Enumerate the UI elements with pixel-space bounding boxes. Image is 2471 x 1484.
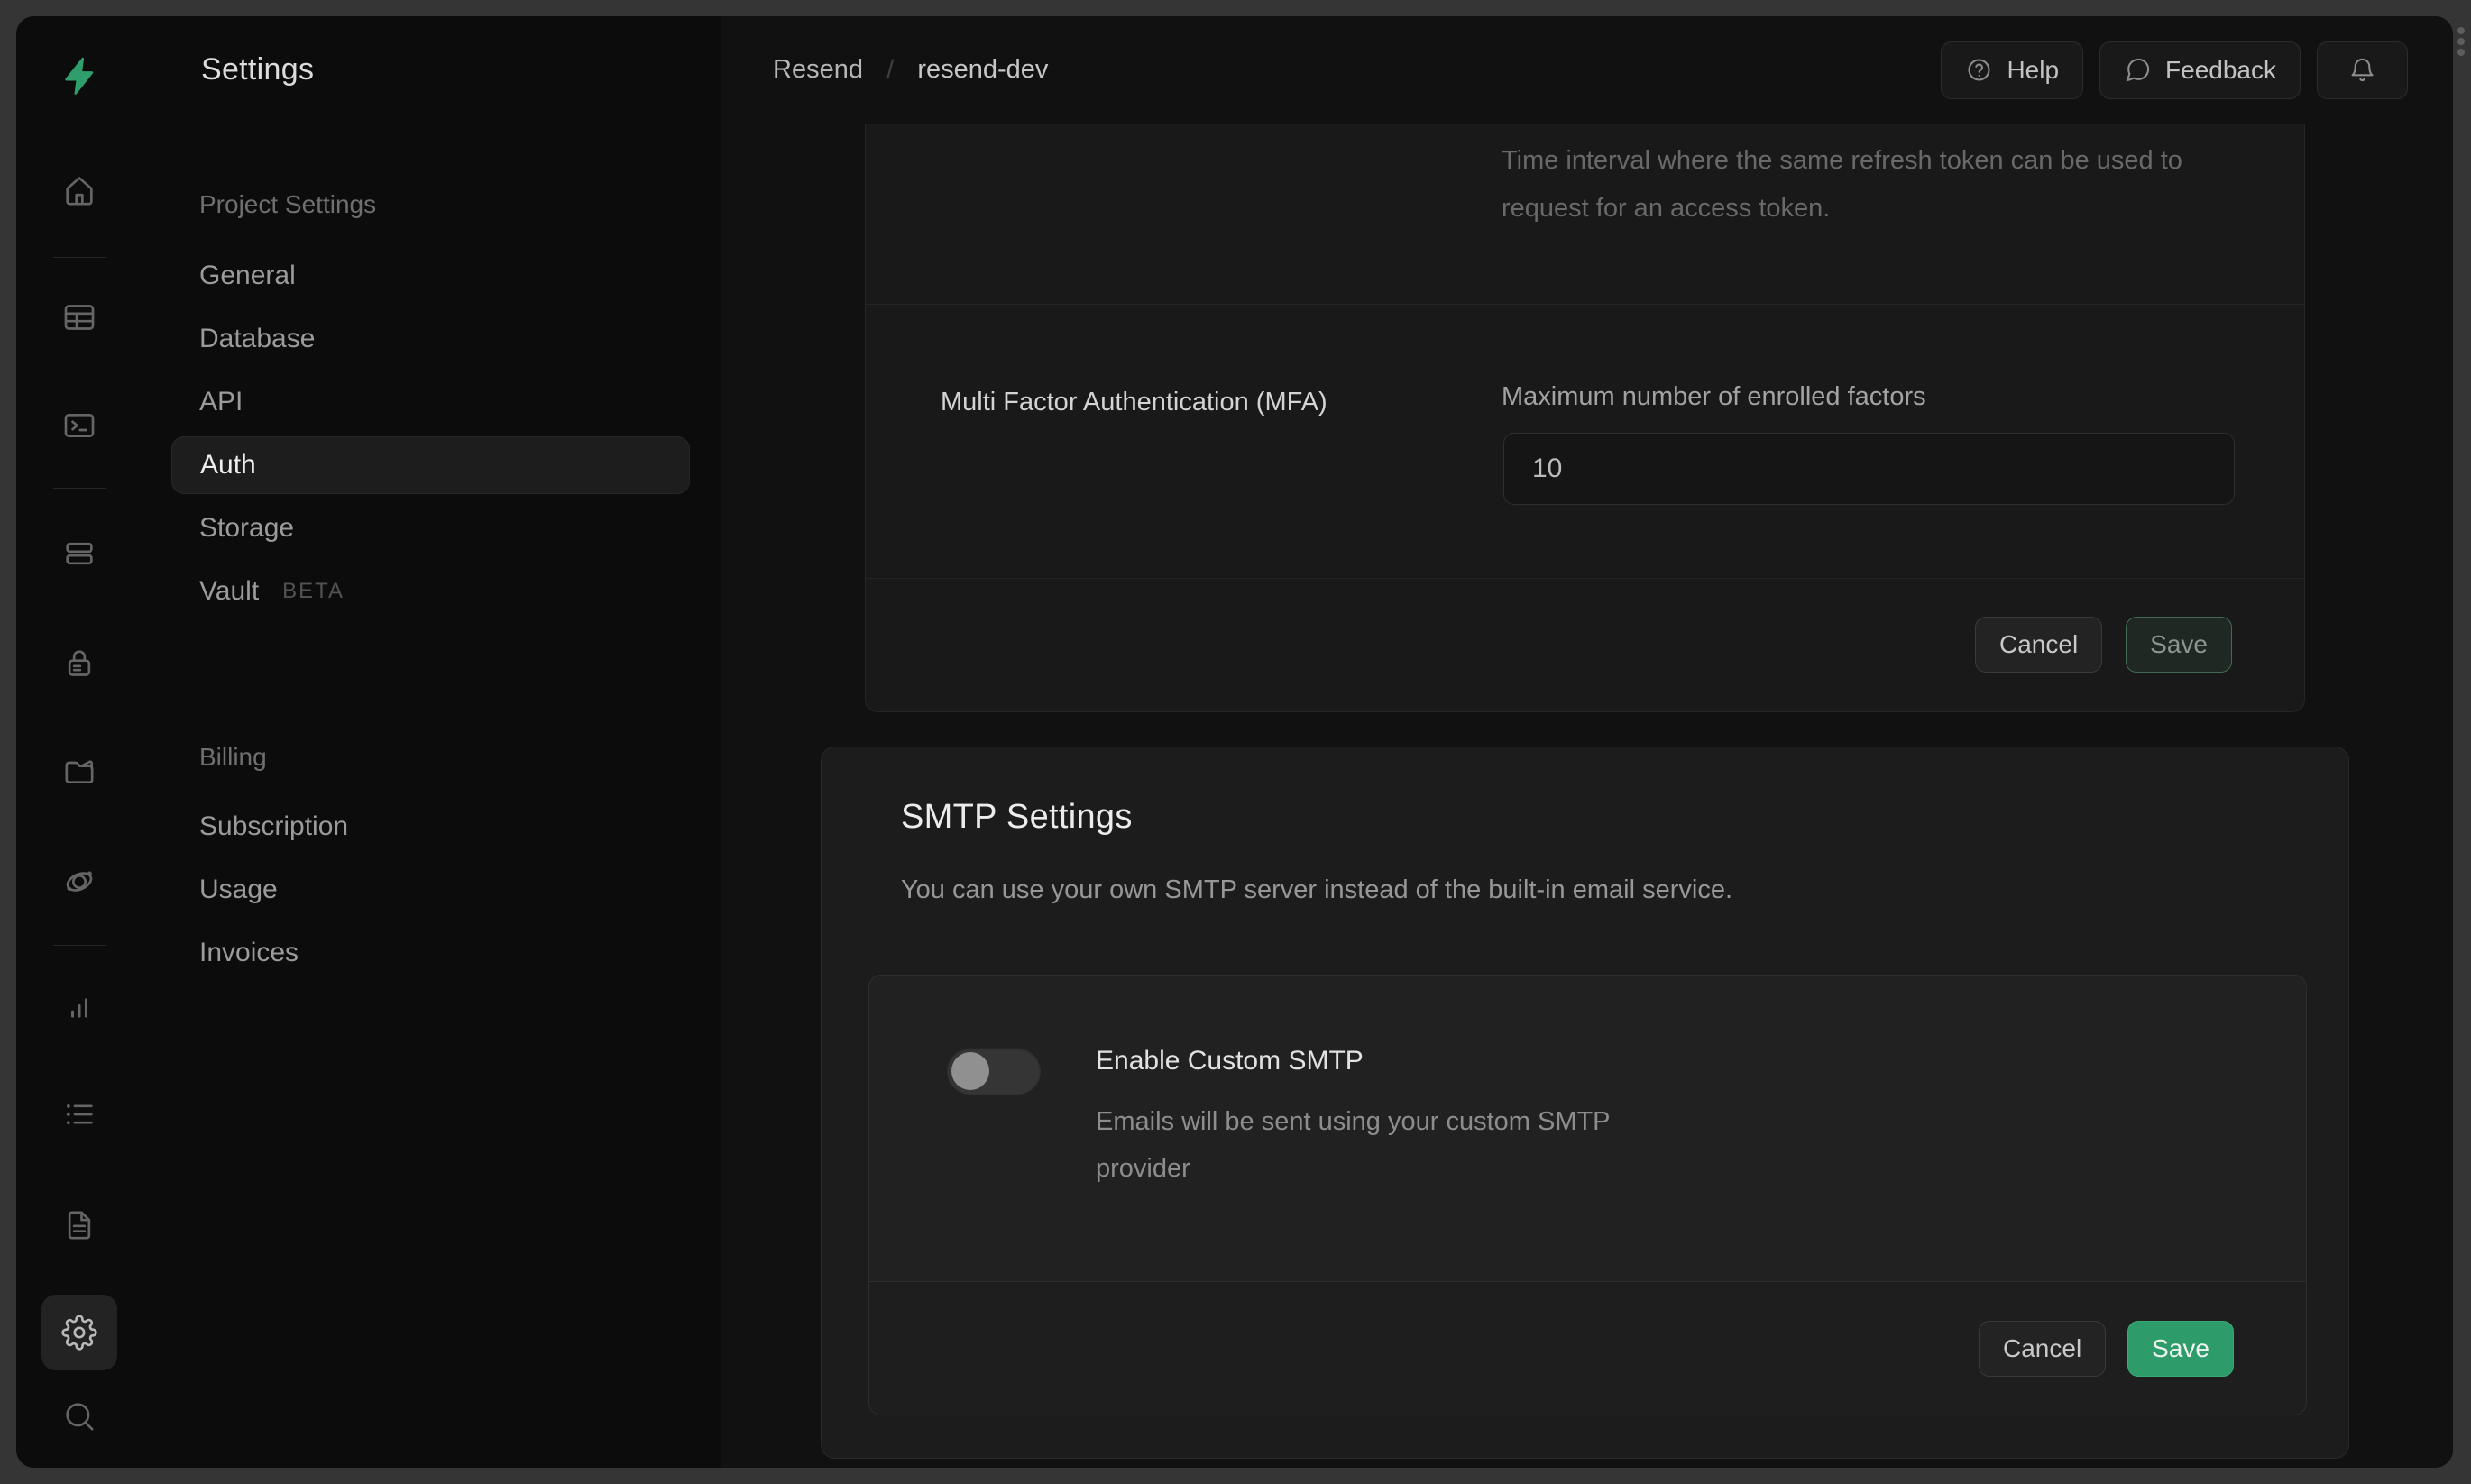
rail-divider — [53, 488, 106, 489]
icon-rail — [16, 16, 142, 1468]
refresh-token-help-text: Time interval where the same refresh tok… — [1502, 137, 2205, 233]
max-factors-label: Maximum number of enrolled factors — [1502, 382, 1926, 412]
sidebar-item-project-settings[interactable] — [61, 1315, 97, 1351]
beta-badge: BETA — [282, 579, 344, 604]
cancel-button[interactable]: Cancel — [1979, 1321, 2106, 1377]
rail-divider — [53, 945, 106, 946]
nav-item-api[interactable]: API — [171, 373, 690, 431]
nav-item-auth[interactable]: Auth — [171, 436, 690, 494]
header-actions: Help Feedback — [1941, 41, 2408, 99]
toggle-knob — [951, 1052, 989, 1090]
list-icon — [61, 1096, 97, 1132]
supabase-logo[interactable] — [58, 54, 101, 97]
auth-card-footer: Cancel Save — [866, 578, 2304, 711]
sidebar-item-table-editor[interactable] — [61, 299, 97, 335]
smtp-form-panel: Enable Custom SMTP Emails will be sent u… — [868, 975, 2307, 1415]
sidebar-item-sql-editor[interactable] — [61, 408, 97, 444]
sidebar-item-docs[interactable] — [61, 1207, 97, 1243]
desktop-frame: Settings Project Settings General Databa… — [0, 0, 2471, 1484]
nav-item-vault[interactable]: Vault BETA — [171, 563, 690, 620]
mfa-section-label: Multi Factor Authentication (MFA) — [941, 388, 1327, 417]
nav-item-general[interactable]: General — [171, 247, 690, 305]
home-icon — [61, 173, 97, 209]
notifications-button[interactable] — [2317, 41, 2408, 99]
sidebar-item-logs[interactable] — [61, 1096, 97, 1132]
frame-dot — [2457, 49, 2465, 56]
sidebar-item-reports[interactable] — [61, 990, 97, 1026]
top-bar: Resend / resend-dev Help — [721, 16, 2453, 124]
sidebar-item-edge-functions[interactable] — [61, 864, 97, 900]
smtp-settings-card: SMTP Settings You can use your own SMTP … — [821, 747, 2349, 1459]
bell-icon — [2348, 56, 2376, 84]
cancel-button[interactable]: Cancel — [1975, 617, 2102, 673]
enable-custom-smtp-label: Enable Custom SMTP — [1096, 1046, 1364, 1076]
save-button[interactable]: Save — [2126, 617, 2232, 673]
document-icon — [61, 1207, 97, 1243]
enable-custom-smtp-help: Emails will be sent using your custom SM… — [1096, 1098, 1637, 1192]
folder-icon — [61, 754, 97, 790]
feedback-button[interactable]: Feedback — [2099, 41, 2301, 99]
main-content: Resend / resend-dev Help — [721, 16, 2453, 1468]
page-title: Settings — [201, 52, 314, 87]
breadcrumb-project[interactable]: resend-dev — [917, 55, 1048, 85]
terminal-icon — [61, 408, 97, 444]
auth-settings-card: Time interval where the same refresh tok… — [865, 124, 2305, 712]
gear-icon — [61, 1315, 97, 1351]
orbit-icon — [61, 864, 97, 900]
sidebar-item-auth[interactable] — [61, 646, 97, 682]
scroll-area[interactable]: Time interval where the same refresh tok… — [721, 124, 2453, 1468]
help-circle-icon — [1965, 56, 1993, 84]
sidebar-item-storage[interactable] — [61, 754, 97, 790]
table-icon — [61, 299, 97, 335]
feedback-button-label: Feedback — [2165, 56, 2276, 85]
nav-item-subscription[interactable]: Subscription — [171, 798, 690, 856]
supabase-bolt-icon — [58, 54, 101, 97]
settings-nav-header: Settings — [142, 16, 721, 124]
smtp-card-description: You can use your own SMTP server instead… — [901, 875, 1732, 905]
database-icon — [61, 536, 97, 572]
lock-icon — [61, 646, 97, 682]
frame-dot — [2457, 27, 2465, 34]
breadcrumb-org[interactable]: Resend — [773, 55, 863, 85]
rail-divider — [53, 257, 106, 258]
bar-chart-icon — [61, 990, 97, 1026]
help-button[interactable]: Help — [1941, 41, 2083, 99]
smtp-card-title: SMTP Settings — [901, 798, 1133, 837]
app-window: Settings Project Settings General Databa… — [16, 16, 2453, 1468]
nav-item-storage[interactable]: Storage — [171, 499, 690, 557]
breadcrumb-separator: / — [886, 55, 894, 86]
search-icon — [61, 1398, 97, 1434]
sidebar-item-database[interactable] — [61, 536, 97, 572]
nav-section-heading: Project Settings — [199, 190, 376, 219]
sidebar-item-home[interactable] — [61, 173, 97, 209]
help-button-label: Help — [2007, 56, 2059, 85]
frame-dot — [2457, 38, 2465, 45]
max-factors-input[interactable] — [1503, 433, 2235, 505]
nav-item-database[interactable]: Database — [171, 310, 690, 368]
nav-section-heading: Billing — [199, 743, 267, 772]
nav-item-usage[interactable]: Usage — [171, 861, 690, 919]
smtp-card-footer: Cancel Save — [869, 1281, 2306, 1415]
card-divider — [866, 304, 2304, 305]
nav-item-invoices[interactable]: Invoices — [171, 924, 690, 982]
save-button[interactable]: Save — [2127, 1321, 2234, 1377]
breadcrumb: Resend / resend-dev — [773, 55, 1048, 86]
sidebar-item-search[interactable] — [61, 1398, 97, 1434]
chat-bubble-icon — [2124, 56, 2152, 84]
settings-nav-panel: Settings Project Settings General Databa… — [142, 16, 721, 1468]
enable-custom-smtp-toggle[interactable] — [947, 1048, 1041, 1095]
